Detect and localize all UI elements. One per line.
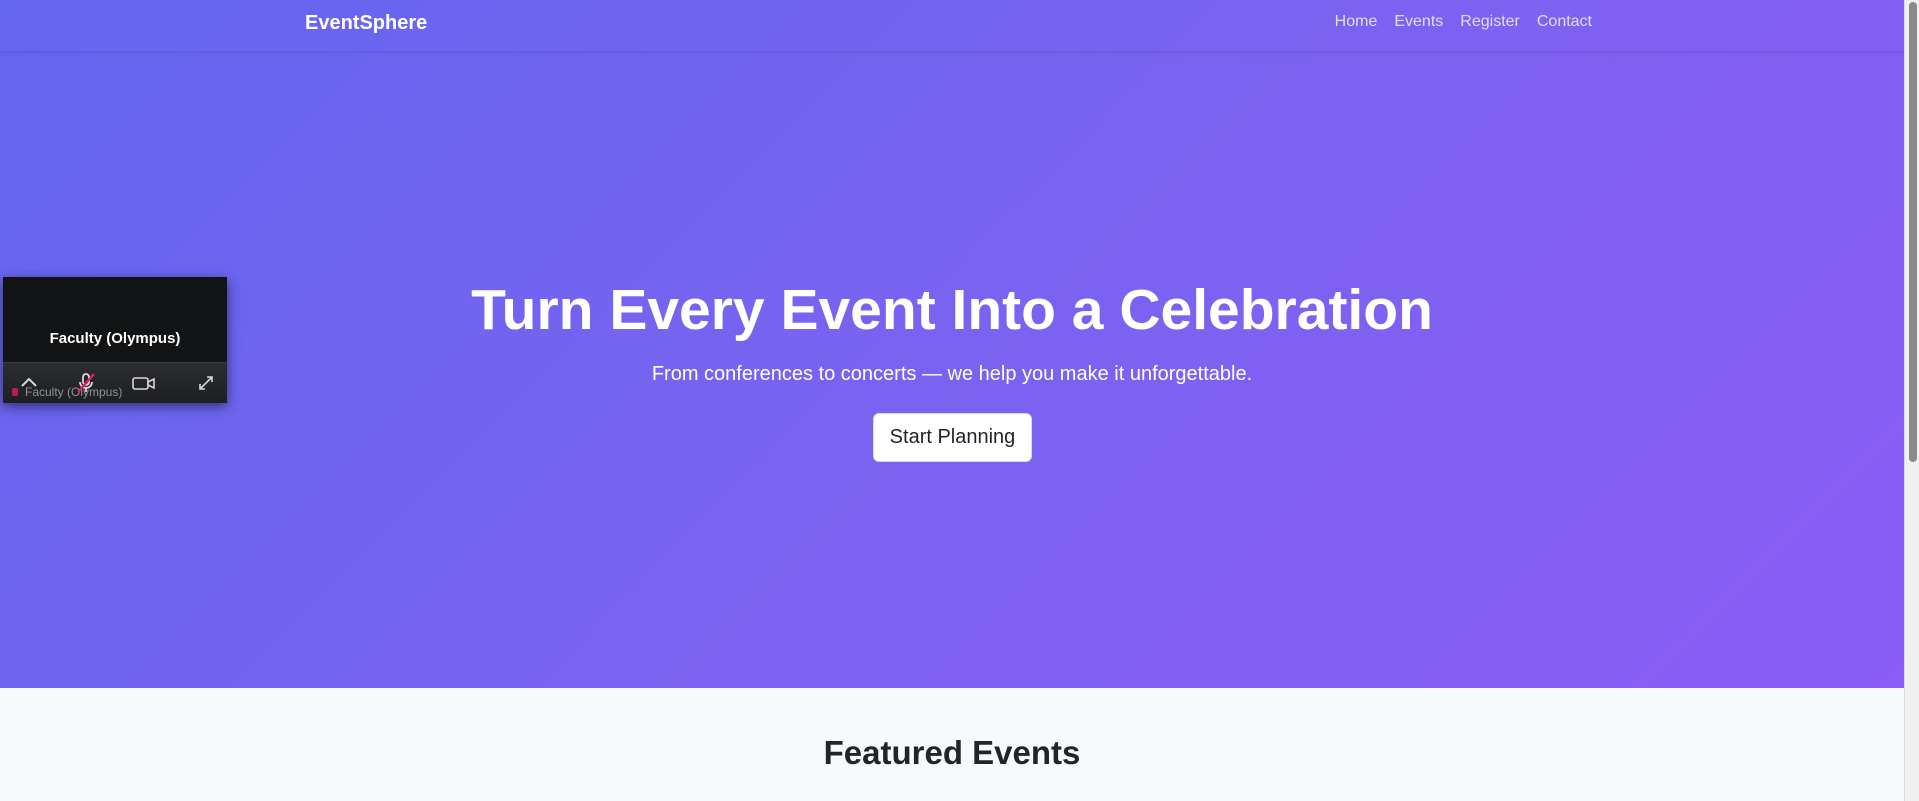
expand-icon[interactable] [194, 371, 218, 395]
video-call-toolbar: Faculty (Olympus) [3, 362, 227, 403]
start-planning-button[interactable]: Start Planning [873, 413, 1032, 462]
scrollbar-thumb[interactable] [1909, 2, 1917, 462]
nav-link-contact[interactable]: Contact [1537, 13, 1592, 31]
nav-link-register[interactable]: Register [1460, 13, 1520, 31]
page: EventSphere Home Events Register Contact… [0, 0, 1919, 801]
participant-name: Faculty (Olympus) [49, 330, 181, 347]
hero-subtitle: From conferences to concerts — we help y… [651, 363, 1253, 385]
nav-link-events[interactable]: Events [1394, 13, 1443, 31]
page-scrollbar[interactable] [1904, 0, 1919, 801]
video-call-widget[interactable]: Faculty (Olympus) Faculty (Olympus) [3, 277, 227, 403]
chevron-up-icon[interactable] [17, 371, 41, 395]
nav-link-home[interactable]: Home [1335, 13, 1378, 31]
microphone-muted-icon[interactable] [74, 371, 98, 395]
navbar: EventSphere Home Events Register Contact [0, 0, 1904, 52]
hero-title: Turn Every Event Into a Celebration [471, 278, 1433, 342]
camera-icon[interactable] [131, 371, 155, 395]
nav-links: Home Events Register Contact [1335, 13, 1592, 31]
featured-events-heading: Featured Events [823, 734, 1081, 771]
hero-section: EventSphere Home Events Register Contact… [0, 0, 1904, 688]
brand-logo[interactable]: EventSphere [305, 12, 427, 35]
